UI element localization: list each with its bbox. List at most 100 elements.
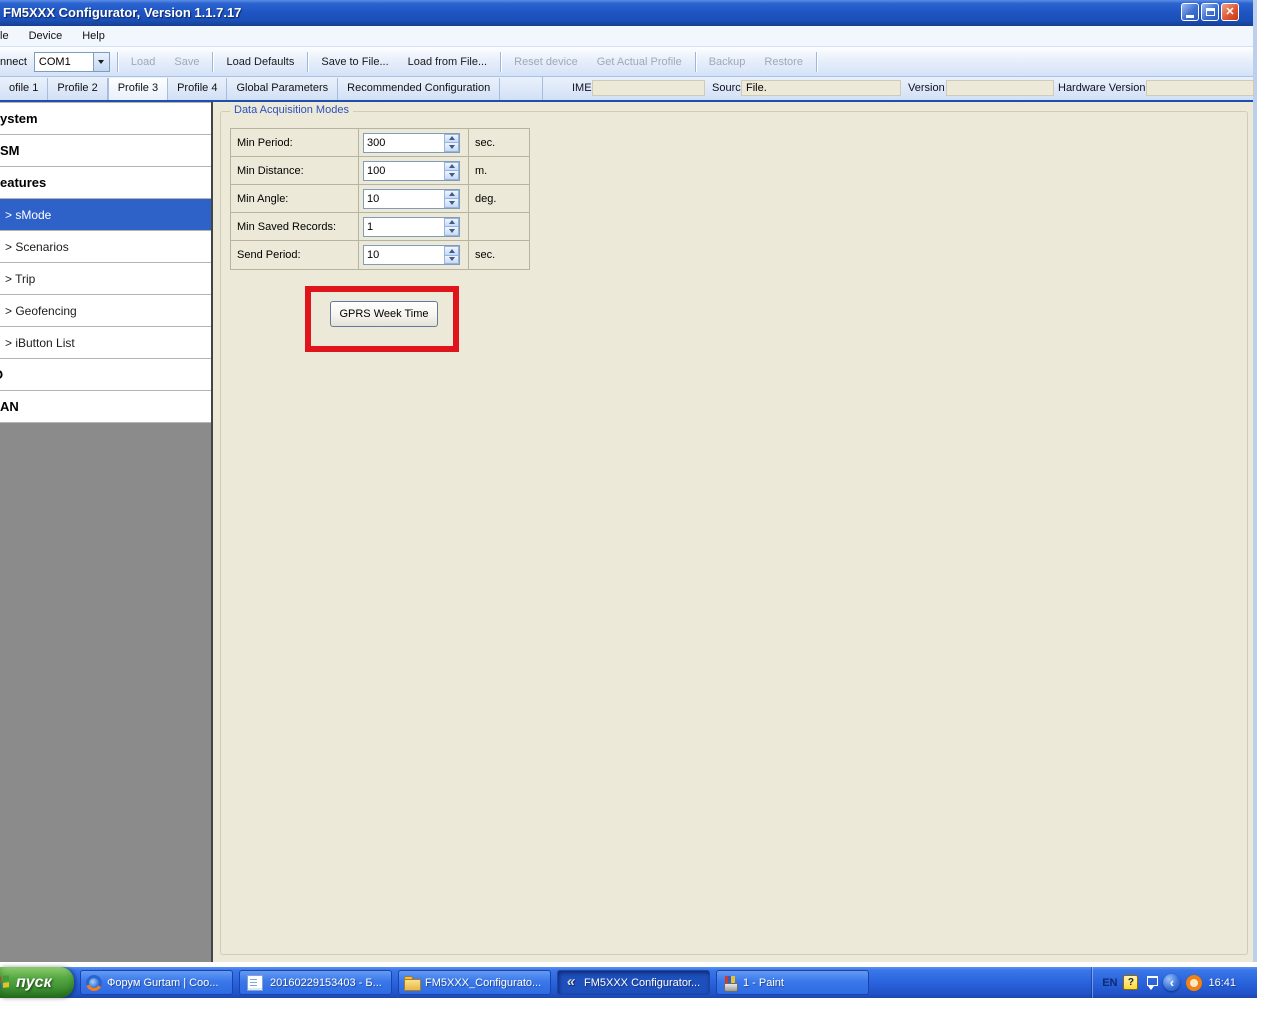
spin-up-icon[interactable]: [444, 134, 459, 143]
spin-down-icon[interactable]: [444, 142, 459, 152]
taskbar-item-folder[interactable]: FM5XXX_Configurato...: [398, 970, 551, 995]
tray-help-icon[interactable]: ?: [1123, 975, 1138, 990]
taskbar: пуск Форум Gurtam | Coo... 2016022915340…: [0, 967, 1257, 998]
spin-up-icon[interactable]: [444, 218, 459, 227]
acquisition-table: Min Period: sec. Min Distance:: [230, 128, 530, 270]
tab-profile-4[interactable]: Profile 4: [168, 78, 227, 100]
minimize-button[interactable]: [1181, 3, 1199, 21]
table-row: Min Saved Records:: [231, 213, 529, 241]
toolbar-separator: [117, 52, 118, 72]
min-saved-records-spinner[interactable]: [444, 218, 459, 236]
titlebar: FM5XXX Configurator, Version 1.1.7.17 ✕: [0, 0, 1253, 26]
tab-global-parameters[interactable]: Global Parameters: [227, 78, 338, 100]
fm-configurator-icon: «: [563, 975, 579, 991]
save-button[interactable]: Save: [168, 52, 205, 72]
tab-profile-3[interactable]: Profile 3: [108, 78, 168, 100]
tab-profile-1[interactable]: ofile 1: [0, 78, 48, 100]
taskbar-item-firefox[interactable]: Форум Gurtam | Coo...: [80, 970, 233, 995]
min-saved-records-value[interactable]: [364, 221, 444, 233]
min-distance-unit: m.: [475, 165, 487, 177]
sidebar-item-smode[interactable]: > sMode: [0, 199, 211, 231]
close-button[interactable]: ✕: [1221, 3, 1239, 21]
windows-flag-icon: [0, 975, 10, 990]
min-distance-spinner[interactable]: [444, 162, 459, 180]
taskbar-item-text-document[interactable]: 20160229153403 - Б...: [239, 970, 392, 995]
spin-down-icon[interactable]: [444, 255, 459, 265]
com-port-select[interactable]: COM1: [34, 52, 110, 72]
get-actual-profile-button[interactable]: Get Actual Profile: [591, 52, 688, 72]
min-distance-input[interactable]: [363, 161, 460, 181]
send-period-input[interactable]: [363, 245, 460, 265]
min-distance-value[interactable]: [364, 165, 444, 177]
source-field: File.: [741, 80, 901, 96]
tab-recommended-configuration[interactable]: Recommended Configuration: [338, 78, 500, 100]
tray-orange-ring-icon[interactable]: [1186, 975, 1202, 991]
spin-up-icon[interactable]: [444, 190, 459, 199]
gprs-week-time-button[interactable]: GPRS Week Time: [330, 301, 438, 327]
load-button[interactable]: Load: [125, 52, 161, 72]
maximize-button[interactable]: [1201, 3, 1219, 21]
min-saved-records-input[interactable]: [363, 217, 460, 237]
load-from-file-button[interactable]: Load from File...: [402, 52, 493, 72]
tab-profile-2[interactable]: Profile 2: [48, 78, 107, 100]
menu-help[interactable]: Help: [72, 30, 115, 42]
load-defaults-button[interactable]: Load Defaults: [220, 52, 300, 72]
sidebar-item-can[interactable]: AN: [0, 391, 211, 423]
min-period-spinner[interactable]: [444, 134, 459, 152]
reset-device-button[interactable]: Reset device: [508, 52, 584, 72]
sidebar-item-trip[interactable]: > Trip: [0, 263, 211, 295]
table-row: Send Period: sec.: [231, 241, 529, 269]
sidebar-item-scenarios[interactable]: > Scenarios: [0, 231, 211, 263]
window-title: FM5XXX Configurator, Version 1.1.7.17: [3, 5, 241, 20]
paint-icon: [722, 975, 738, 991]
send-period-spinner[interactable]: [444, 246, 459, 264]
min-angle-input[interactable]: [363, 189, 460, 209]
spin-down-icon[interactable]: [444, 198, 459, 208]
backup-button[interactable]: Backup: [703, 52, 752, 72]
language-indicator[interactable]: EN: [1102, 977, 1117, 989]
hardware-version-label: Hardware Version: [1058, 82, 1145, 94]
sidebar-item-gsm[interactable]: SM: [0, 135, 211, 167]
hide-icons-chevron-icon[interactable]: ‹: [1163, 974, 1180, 991]
window-controls: ✕: [1181, 3, 1239, 21]
spin-up-icon[interactable]: [444, 162, 459, 171]
close-icon: ✕: [1225, 7, 1234, 18]
sidebar-item-io[interactable]: O: [0, 359, 211, 391]
spin-down-icon[interactable]: [444, 170, 459, 180]
sidebar-item-system[interactable]: ystem: [0, 103, 211, 135]
combo-dropdown-icon[interactable]: [93, 53, 109, 71]
min-period-value[interactable]: [364, 137, 444, 149]
app-window: FM5XXX Configurator, Version 1.1.7.17 ✕ …: [0, 0, 1257, 962]
min-angle-spinner[interactable]: [444, 190, 459, 208]
start-button[interactable]: пуск: [0, 967, 74, 998]
main-content: Data Acquisition Modes Min Period:: [213, 102, 1253, 962]
spin-up-icon[interactable]: [444, 246, 459, 255]
save-to-file-button[interactable]: Save to File...: [315, 52, 394, 72]
maximize-icon: [1206, 8, 1215, 16]
menu-device[interactable]: Device: [19, 30, 73, 42]
toolbar: nnect COM1 Load Save Load Defaults Save …: [0, 47, 1253, 77]
min-period-label: Min Period:: [237, 137, 293, 149]
version-label: Version: [908, 82, 945, 94]
min-period-input[interactable]: [363, 133, 460, 153]
taskbar-item-paint[interactable]: 1 - Paint: [716, 970, 869, 995]
toolbar-separator: [212, 52, 213, 72]
spin-down-icon[interactable]: [444, 226, 459, 236]
sidebar-item-ibutton-list[interactable]: > iButton List: [0, 327, 211, 359]
min-angle-value[interactable]: [364, 193, 444, 205]
system-tray: EN ? ‹ 16:41: [1091, 967, 1257, 998]
menu-file[interactable]: le: [0, 30, 19, 42]
sidebar-item-features[interactable]: eatures: [0, 167, 211, 199]
com-port-value: COM1: [35, 56, 93, 68]
min-angle-unit: deg.: [475, 193, 496, 205]
send-period-unit: sec.: [475, 249, 495, 261]
restore-button[interactable]: Restore: [758, 52, 809, 72]
tray-window-icon[interactable]: [1144, 976, 1157, 990]
sidebar-item-geofencing[interactable]: > Geofencing: [0, 295, 211, 327]
taskbar-item-fm-configurator[interactable]: « FM5XXX Configurator...: [557, 970, 710, 995]
sidebar-list: ystem SM eatures > sMode > Scenarios > T…: [0, 102, 211, 423]
send-period-value[interactable]: [364, 249, 444, 261]
tabbar-separator: [542, 77, 543, 100]
imei-field: [592, 80, 705, 96]
clock: 16:41: [1208, 977, 1236, 989]
